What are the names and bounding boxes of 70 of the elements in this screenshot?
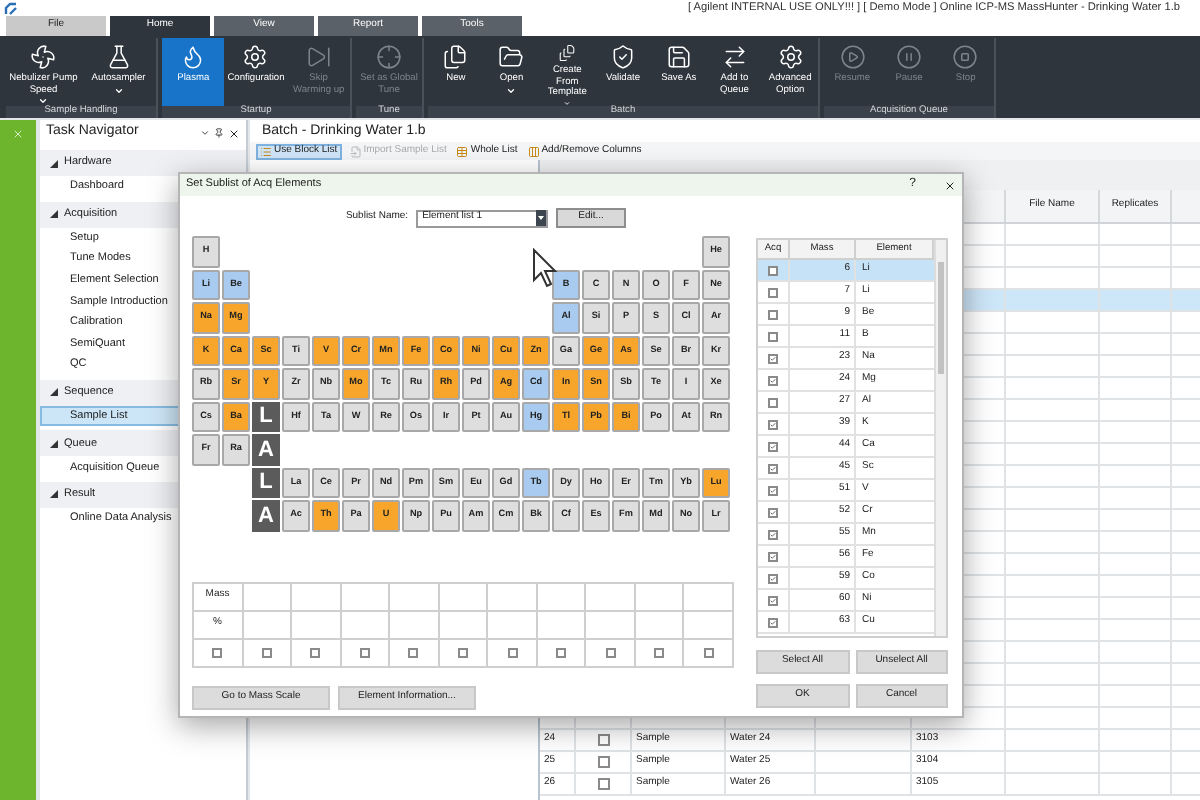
crosshair-icon	[376, 44, 402, 70]
checkbox[interactable]	[768, 595, 778, 605]
checkbox[interactable]	[597, 734, 609, 746]
save-icon	[665, 44, 692, 70]
series-tile: L	[252, 467, 280, 498]
pin-icon[interactable]	[214, 128, 224, 138]
stop-icon	[952, 44, 979, 70]
caret-icon[interactable]	[200, 128, 210, 138]
cursor-icon	[532, 248, 558, 288]
checkbox[interactable]	[310, 647, 321, 657]
arrows-icon	[721, 44, 748, 70]
checkbox[interactable]	[768, 463, 778, 473]
checkbox[interactable]	[768, 375, 778, 385]
caret-icon	[506, 85, 517, 95]
pause-icon	[895, 44, 922, 70]
checkbox[interactable]	[212, 647, 223, 657]
checkbox[interactable]	[768, 529, 778, 539]
triangle-icon[interactable]	[50, 159, 58, 167]
series-tile: A	[252, 434, 280, 465]
caret-icon	[113, 85, 124, 95]
file-import-icon	[349, 145, 362, 157]
skip-icon	[305, 44, 332, 70]
checkbox[interactable]	[768, 551, 778, 561]
caret-icon	[538, 216, 545, 220]
checkbox[interactable]	[457, 647, 468, 657]
play-icon	[839, 44, 866, 70]
gear-icon	[777, 44, 804, 70]
close-icon[interactable]	[228, 127, 240, 139]
scrollbar[interactable]	[934, 240, 946, 636]
shield-check-icon	[610, 44, 636, 70]
gear-icon	[242, 44, 269, 70]
checkbox[interactable]	[768, 507, 778, 517]
triangle-icon[interactable]	[50, 388, 58, 397]
triangle-icon[interactable]	[50, 490, 58, 499]
checkbox[interactable]	[768, 353, 778, 363]
flask-icon	[105, 44, 132, 70]
checkbox[interactable]	[768, 617, 778, 627]
flame-icon	[180, 44, 207, 70]
series-tile: L	[252, 401, 280, 432]
checkbox[interactable]	[768, 331, 778, 341]
checkbox[interactable]	[768, 573, 778, 583]
folder-icon	[498, 44, 525, 70]
checkbox[interactable]	[768, 419, 778, 429]
checkbox[interactable]	[507, 647, 518, 657]
checkbox[interactable]	[408, 647, 419, 657]
checkbox[interactable]	[768, 265, 778, 275]
checkbox[interactable]	[261, 647, 272, 657]
caret-icon	[38, 96, 49, 106]
series-tile: A	[252, 500, 280, 531]
checkbox[interactable]	[605, 647, 616, 657]
checkbox[interactable]	[768, 397, 778, 407]
checkbox[interactable]	[768, 485, 778, 495]
app-icon	[4, 1, 18, 15]
triangle-icon[interactable]	[50, 439, 58, 448]
fan-icon	[30, 44, 57, 70]
close-icon[interactable]	[944, 179, 956, 191]
checkbox[interactable]	[768, 287, 778, 297]
triangle-icon[interactable]	[50, 210, 58, 219]
checkbox[interactable]	[768, 309, 778, 319]
table-icon	[456, 145, 469, 157]
files-icon	[442, 44, 469, 70]
checkbox[interactable]	[768, 441, 778, 451]
checkbox[interactable]	[359, 647, 370, 657]
columns-icon	[527, 145, 540, 157]
list-icon	[260, 145, 272, 157]
checkbox[interactable]	[597, 778, 609, 790]
checkbox[interactable]	[654, 647, 665, 657]
checkbox[interactable]	[556, 647, 567, 657]
checkbox[interactable]	[597, 756, 609, 768]
checkbox[interactable]	[703, 647, 714, 657]
